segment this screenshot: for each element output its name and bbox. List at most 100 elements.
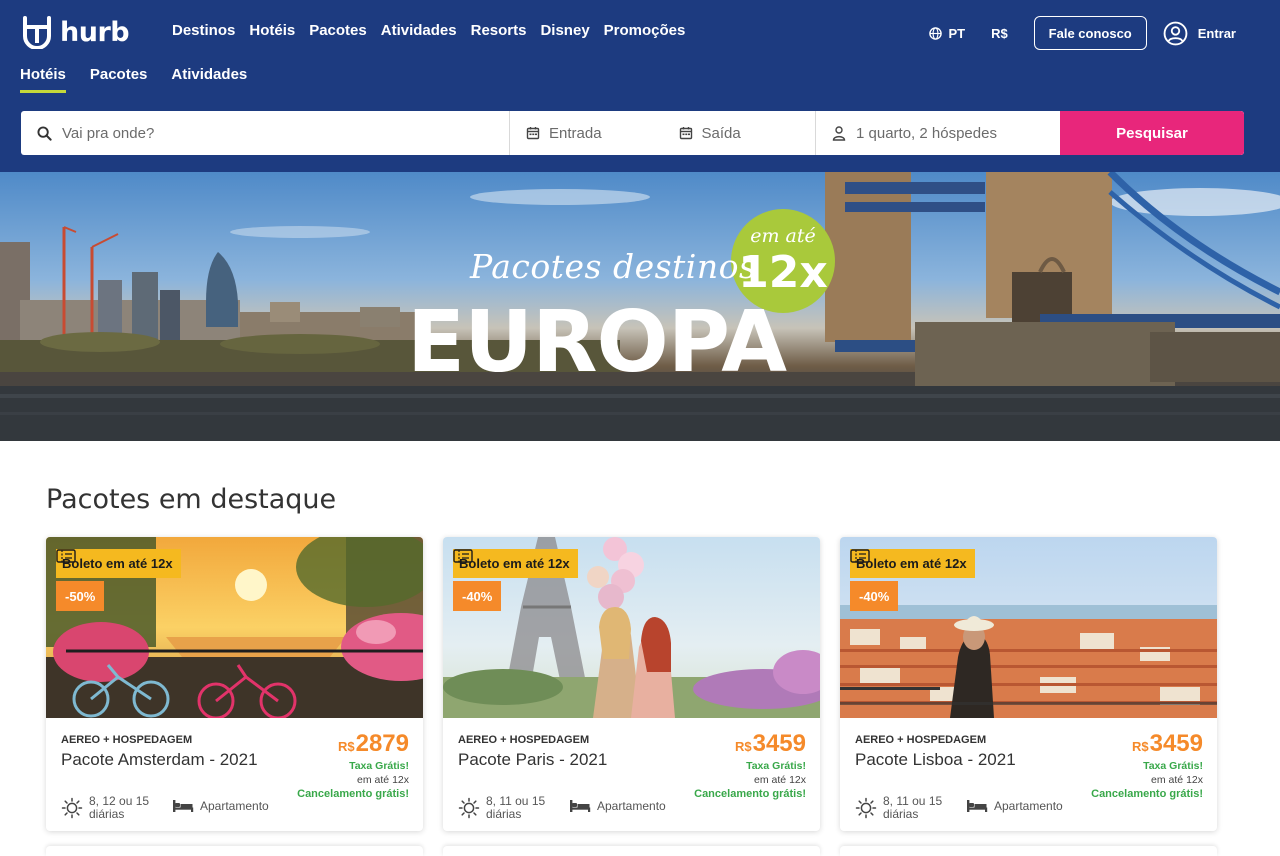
package-price: R$ 3459 <box>735 730 806 758</box>
user-circle-icon <box>1163 21 1188 45</box>
boleto-label: Boleto em até 12x <box>856 556 967 571</box>
guests-field[interactable]: 1 quarto, 2 hóspedes <box>816 111 1060 155</box>
checkout-field[interactable]: Saída <box>663 125 816 142</box>
price-value: 3459 <box>1149 730 1203 757</box>
package-conditions: Taxa Grátis! em até 12x Cancelamento grá… <box>297 759 409 801</box>
search-button[interactable]: Pesquisar <box>1060 111 1244 155</box>
header-tools: PT R$ Fale conosco Entrar <box>929 16 1236 50</box>
hurb-logo-icon <box>23 16 51 49</box>
hurb-logo[interactable]: hurb <box>20 14 130 50</box>
globe-icon <box>929 26 943 40</box>
discount-badge: -50% <box>56 581 105 611</box>
package-card-amsterdam[interactable]: Boleto em até 12x -50% AEREO + HOSPEDAGE… <box>46 537 423 831</box>
calendar-icon <box>679 127 692 140</box>
boleto-tag: Boleto em até 12x <box>453 549 578 578</box>
package-card-paris[interactable]: Boleto em até 12x -40% AEREO + HOSPEDAGE… <box>443 537 820 831</box>
discount-badge: -40% <box>850 581 899 611</box>
nights-text: 8, 12 ou 15 diárias <box>89 794 150 821</box>
package-name: Pacote Paris - 2021 <box>458 750 608 769</box>
price-currency: R$ <box>734 739 752 754</box>
package-card-next-row <box>443 846 820 856</box>
package-card-lisboa[interactable]: Boleto em até 12x -40% AEREO + HOSPEDAGE… <box>840 537 1217 831</box>
nav-disney[interactable]: Disney <box>540 22 589 39</box>
checkin-field[interactable]: Entrada <box>510 125 663 142</box>
boleto-tag: Boleto em até 12x <box>56 549 181 578</box>
installments-label: em até 12x <box>357 774 409 786</box>
package-nights: 8, 11 ou 15 diárias <box>458 795 556 821</box>
bed-icon <box>967 800 988 812</box>
sun-icon <box>458 797 480 819</box>
price-value: 2879 <box>355 730 409 757</box>
ticket-icon <box>850 549 870 563</box>
price-currency: R$ <box>1131 739 1149 754</box>
package-type: AEREO + HOSPEDAGEM <box>458 734 590 746</box>
ticket-icon <box>56 549 76 563</box>
room-type: Apartamento <box>597 799 666 813</box>
dates-field: Entrada Saída <box>510 111 816 155</box>
tab-atividades[interactable]: Atividades <box>171 66 247 93</box>
nav-pacotes[interactable]: Pacotes <box>309 22 367 39</box>
nights-text: 8, 11 ou 15 diárias <box>883 794 943 821</box>
search-icon <box>37 125 52 141</box>
bed-icon <box>570 800 591 812</box>
nav-destinos[interactable]: Destinos <box>172 22 235 39</box>
sun-icon <box>61 797 83 819</box>
free-cancellation-label: Cancelamento grátis! <box>297 788 409 800</box>
tax-free-label: Taxa Grátis! <box>1143 760 1203 772</box>
package-room: Apartamento <box>569 799 666 813</box>
tab-hoteis[interactable]: Hotéis <box>20 66 66 93</box>
person-icon <box>832 125 846 141</box>
nav-promocoes[interactable]: Promoções <box>604 22 686 39</box>
free-cancellation-label: Cancelamento grátis! <box>1091 788 1203 800</box>
package-type: AEREO + HOSPEDAGEM <box>61 734 193 746</box>
package-price: R$ 3459 <box>1132 730 1203 758</box>
brand-name: hurb <box>60 16 130 48</box>
package-image-paris: Boleto em até 12x -40% <box>443 537 820 718</box>
badge-small-text: em até <box>750 225 816 247</box>
package-type: AEREO + HOSPEDAGEM <box>855 734 987 746</box>
installments-label: em até 12x <box>1151 774 1203 786</box>
package-conditions: Taxa Grátis! em até 12x Cancelamento grá… <box>1091 759 1203 801</box>
discount-badge: -40% <box>453 581 502 611</box>
language-selector[interactable]: PT <box>929 26 965 41</box>
checkout-placeholder: Saída <box>701 124 741 142</box>
package-card-next-row <box>46 846 423 856</box>
currency-selector[interactable]: R$ <box>991 26 1008 41</box>
contact-button[interactable]: Fale conosco <box>1033 16 1147 50</box>
package-name: Pacote Lisboa - 2021 <box>855 750 1016 769</box>
nav-resorts[interactable]: Resorts <box>471 22 527 39</box>
bed-icon <box>173 800 194 812</box>
boleto-label: Boleto em até 12x <box>459 556 570 571</box>
language-code: PT <box>948 25 966 41</box>
ticket-icon <box>453 549 473 563</box>
promo-banner[interactable]: em até 12x Pacotes destinos EUROPA <box>0 172 1280 441</box>
guests-value: 1 quarto, 2 hóspedes <box>856 124 997 142</box>
nav-atividades[interactable]: Atividades <box>381 22 457 39</box>
login-label: Entrar <box>1197 25 1236 41</box>
destination-placeholder: Vai pra onde? <box>62 124 155 142</box>
tax-free-label: Taxa Grátis! <box>746 760 806 772</box>
destination-field[interactable]: Vai pra onde? <box>21 111 510 155</box>
package-name: Pacote Amsterdam - 2021 <box>61 750 258 769</box>
boleto-label: Boleto em até 12x <box>62 556 173 571</box>
package-image-amsterdam: Boleto em até 12x -50% <box>46 537 423 718</box>
login-link[interactable]: Entrar <box>1163 21 1236 46</box>
nights-text: 8, 11 ou 15 diárias <box>486 794 546 821</box>
room-type: Apartamento <box>200 799 269 813</box>
package-conditions: Taxa Grátis! em até 12x Cancelamento grá… <box>694 759 806 801</box>
calendar-icon <box>526 127 540 140</box>
installments-label: em até 12x <box>754 774 806 786</box>
nav-hoteis[interactable]: Hotéis <box>249 22 295 39</box>
price-value: 3459 <box>752 730 806 757</box>
featured-section-title: Pacotes em destaque <box>46 484 337 515</box>
free-cancellation-label: Cancelamento grátis! <box>694 788 806 800</box>
package-nights: 8, 12 ou 15 diárias <box>61 795 159 821</box>
tab-pacotes[interactable]: Pacotes <box>90 66 148 93</box>
site-header: hurb Destinos Hotéis Pacotes Atividades … <box>0 0 1280 172</box>
banner-subtitle: Pacotes destinos <box>470 247 757 286</box>
package-room: Apartamento <box>966 799 1063 813</box>
main-nav: Destinos Hotéis Pacotes Atividades Resor… <box>172 22 685 39</box>
tax-free-label: Taxa Grátis! <box>349 760 409 772</box>
banner-title: EUROPA <box>407 293 787 392</box>
package-card-next-row <box>840 846 1217 856</box>
